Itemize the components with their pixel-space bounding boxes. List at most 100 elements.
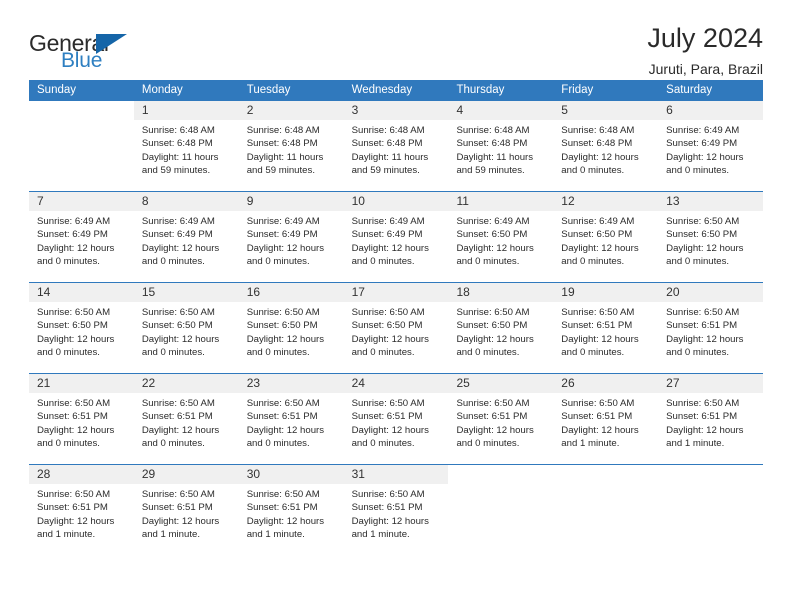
- calendar-day-cell[interactable]: 20 Sunrise: 6:50 AM Sunset: 6:51 PM Dayl…: [658, 283, 764, 373]
- day-number: 7: [29, 192, 134, 211]
- sunrise-text: Sunrise: 6:50 AM: [561, 307, 635, 318]
- calendar-day-cell[interactable]: 8 Sunrise: 6:49 AM Sunset: 6:49 PM Dayli…: [133, 192, 239, 282]
- calendar-day-cell[interactable]: 23 Sunrise: 6:50 AM Sunset: 6:51 PM Dayl…: [238, 374, 344, 464]
- general-blue-logo[interactable]: General Blue: [29, 24, 139, 72]
- weekday-header-thursday: Thursday: [456, 84, 505, 96]
- weekday-header-wednesday: Wednesday: [351, 84, 413, 96]
- calendar-day-cell[interactable]: 2 Sunrise: 6:48 AM Sunset: 6:48 PM Dayli…: [238, 101, 344, 191]
- day-number: 9: [238, 192, 344, 211]
- daylight-text-line2: and 1 minute.: [141, 529, 200, 541]
- calendar-day-cell[interactable]: 30 Sunrise: 6:50 AM Sunset: 6:51 PM Dayl…: [238, 465, 344, 555]
- day-details: Sunrise: 6:50 AM Sunset: 6:51 PM Dayligh…: [344, 393, 449, 451]
- calendar-day-cell[interactable]: 1 Sunrise: 6:48 AM Sunset: 6:48 PM Dayli…: [133, 101, 239, 191]
- calendar-day-cell[interactable]: 17 Sunrise: 6:50 AM Sunset: 6:50 PM Dayl…: [343, 283, 449, 373]
- day-number: 3: [343, 101, 449, 120]
- day-details: Sunrise: 6:49 AM Sunset: 6:50 PM Dayligh…: [553, 211, 658, 269]
- calendar-day-cell[interactable]: 27 Sunrise: 6:50 AM Sunset: 6:51 PM Dayl…: [658, 374, 764, 464]
- calendar-day-cell[interactable]: 25 Sunrise: 6:50 AM Sunset: 6:51 PM Dayl…: [448, 374, 554, 464]
- daylight-text-line2: and 0 minutes.: [666, 347, 730, 359]
- day-details: Sunrise: 6:48 AM Sunset: 6:48 PM Dayligh…: [448, 120, 553, 178]
- day-number: 18: [448, 283, 554, 302]
- calendar-day-cell[interactable]: 26 Sunrise: 6:50 AM Sunset: 6:51 PM Dayl…: [553, 374, 659, 464]
- calendar-day-cell[interactable]: 7 Sunrise: 6:49 AM Sunset: 6:49 PM Dayli…: [29, 192, 134, 282]
- calendar-grid: Sunday Monday Tuesday Wednesday Thursday…: [29, 80, 764, 555]
- calendar-day-cell: [553, 465, 658, 555]
- daylight-text-line2: and 0 minutes.: [351, 347, 415, 359]
- daylight-text-line1: Daylight: 12 hours: [246, 333, 325, 345]
- calendar-day-cell[interactable]: 28 Sunrise: 6:50 AM Sunset: 6:51 PM Dayl…: [29, 465, 134, 555]
- day-number: [29, 101, 134, 120]
- daylight-text-line2: and 0 minutes.: [37, 347, 100, 359]
- page-header: General Blue July 2024 Juruti, Para, Bra…: [29, 0, 763, 78]
- sunrise-text: Sunrise: 6:50 AM: [351, 307, 425, 318]
- calendar-day-cell[interactable]: 21 Sunrise: 6:50 AM Sunset: 6:51 PM Dayl…: [29, 374, 134, 464]
- sunset-text: Sunset: 6:51 PM: [666, 320, 738, 332]
- calendar-day-cell[interactable]: 4 Sunrise: 6:48 AM Sunset: 6:48 PM Dayli…: [448, 101, 554, 191]
- sunrise-text: Sunrise: 6:50 AM: [456, 398, 530, 409]
- calendar-week-row: 21 Sunrise: 6:50 AM Sunset: 6:51 PM Dayl…: [29, 373, 764, 464]
- calendar-week-row: 14 Sunrise: 6:50 AM Sunset: 6:50 PM Dayl…: [29, 282, 764, 373]
- day-number: 29: [133, 465, 239, 484]
- calendar-week-row: 7 Sunrise: 6:49 AM Sunset: 6:49 PM Dayli…: [29, 191, 764, 282]
- calendar-day-cell[interactable]: 5 Sunrise: 6:48 AM Sunset: 6:48 PM Dayli…: [553, 101, 659, 191]
- daylight-text-line1: Daylight: 12 hours: [141, 242, 220, 254]
- day-number: [553, 465, 658, 484]
- calendar-day-cell[interactable]: 22 Sunrise: 6:50 AM Sunset: 6:51 PM Dayl…: [133, 374, 239, 464]
- daylight-text-line2: and 1 minute.: [561, 438, 620, 450]
- calendar-day-cell[interactable]: 16 Sunrise: 6:50 AM Sunset: 6:50 PM Dayl…: [238, 283, 344, 373]
- day-details: Sunrise: 6:50 AM Sunset: 6:50 PM Dayligh…: [134, 302, 239, 360]
- sunset-text: Sunset: 6:50 PM: [456, 229, 528, 241]
- daylight-text-line2: and 0 minutes.: [37, 256, 100, 268]
- daylight-text-line1: Daylight: 12 hours: [246, 515, 325, 527]
- calendar-day-cell[interactable]: 14 Sunrise: 6:50 AM Sunset: 6:50 PM Dayl…: [29, 283, 134, 373]
- day-number: 4: [448, 101, 554, 120]
- sunrise-text: Sunrise: 6:49 AM: [561, 216, 635, 227]
- daylight-text-line2: and 0 minutes.: [141, 347, 205, 359]
- day-number: 24: [343, 374, 449, 393]
- calendar-day-cell[interactable]: 18 Sunrise: 6:50 AM Sunset: 6:50 PM Dayl…: [448, 283, 554, 373]
- calendar-day-cell[interactable]: 15 Sunrise: 6:50 AM Sunset: 6:50 PM Dayl…: [133, 283, 239, 373]
- weekday-header-friday: Friday: [561, 84, 594, 96]
- sunset-text: Sunset: 6:51 PM: [561, 411, 633, 423]
- calendar-day-cell: [29, 101, 134, 191]
- sunrise-text: Sunrise: 6:50 AM: [246, 489, 320, 500]
- daylight-text-line1: Daylight: 12 hours: [456, 333, 534, 345]
- page-title: July 2024: [647, 23, 763, 53]
- daylight-text-line2: and 1 minute.: [246, 529, 305, 541]
- sunrise-text: Sunrise: 6:50 AM: [666, 307, 740, 318]
- daylight-text-line2: and 0 minutes.: [246, 256, 310, 268]
- sunrise-text: Sunrise: 6:50 AM: [141, 489, 215, 500]
- sunrise-text: Sunrise: 6:50 AM: [456, 307, 530, 318]
- daylight-text-line1: Daylight: 12 hours: [561, 151, 639, 163]
- sunrise-text: Sunrise: 6:50 AM: [351, 489, 425, 500]
- sunset-text: Sunset: 6:51 PM: [141, 411, 213, 423]
- calendar-day-cell[interactable]: 9 Sunrise: 6:49 AM Sunset: 6:49 PM Dayli…: [238, 192, 344, 282]
- calendar-day-cell[interactable]: 12 Sunrise: 6:49 AM Sunset: 6:50 PM Dayl…: [553, 192, 659, 282]
- daylight-text-line1: Daylight: 12 hours: [666, 242, 744, 254]
- calendar-day-cell[interactable]: 3 Sunrise: 6:48 AM Sunset: 6:48 PM Dayli…: [343, 101, 449, 191]
- sunrise-text: Sunrise: 6:50 AM: [37, 398, 111, 409]
- sunrise-text: Sunrise: 6:48 AM: [141, 125, 215, 136]
- calendar-day-cell[interactable]: 19 Sunrise: 6:50 AM Sunset: 6:51 PM Dayl…: [553, 283, 659, 373]
- calendar-day-cell[interactable]: 31 Sunrise: 6:50 AM Sunset: 6:51 PM Dayl…: [343, 465, 449, 555]
- sunrise-text: Sunrise: 6:50 AM: [561, 398, 635, 409]
- calendar-day-cell[interactable]: 11 Sunrise: 6:49 AM Sunset: 6:50 PM Dayl…: [448, 192, 554, 282]
- day-number: [448, 465, 553, 484]
- logo-text-blue: Blue: [61, 49, 103, 72]
- calendar-day-cell[interactable]: 29 Sunrise: 6:50 AM Sunset: 6:51 PM Dayl…: [133, 465, 239, 555]
- sunset-text: Sunset: 6:51 PM: [141, 502, 213, 514]
- calendar-day-cell[interactable]: 10 Sunrise: 6:49 AM Sunset: 6:49 PM Dayl…: [343, 192, 449, 282]
- day-number: 10: [343, 192, 449, 211]
- weekday-header-tuesday: Tuesday: [246, 84, 291, 96]
- day-number: [658, 465, 763, 484]
- daylight-text-line2: and 59 minutes.: [456, 165, 525, 177]
- calendar-day-cell[interactable]: 13 Sunrise: 6:50 AM Sunset: 6:50 PM Dayl…: [658, 192, 764, 282]
- calendar-day-cell[interactable]: 6 Sunrise: 6:49 AM Sunset: 6:49 PM Dayli…: [658, 101, 764, 191]
- sunset-text: Sunset: 6:48 PM: [141, 138, 213, 150]
- calendar-day-cell[interactable]: 24 Sunrise: 6:50 AM Sunset: 6:51 PM Dayl…: [343, 374, 449, 464]
- day-number: 1: [133, 101, 239, 120]
- day-number: 22: [133, 374, 239, 393]
- daylight-text-line2: and 0 minutes.: [561, 347, 625, 359]
- day-number: 28: [29, 465, 134, 484]
- weekday-header-sunday: Sunday: [37, 84, 77, 96]
